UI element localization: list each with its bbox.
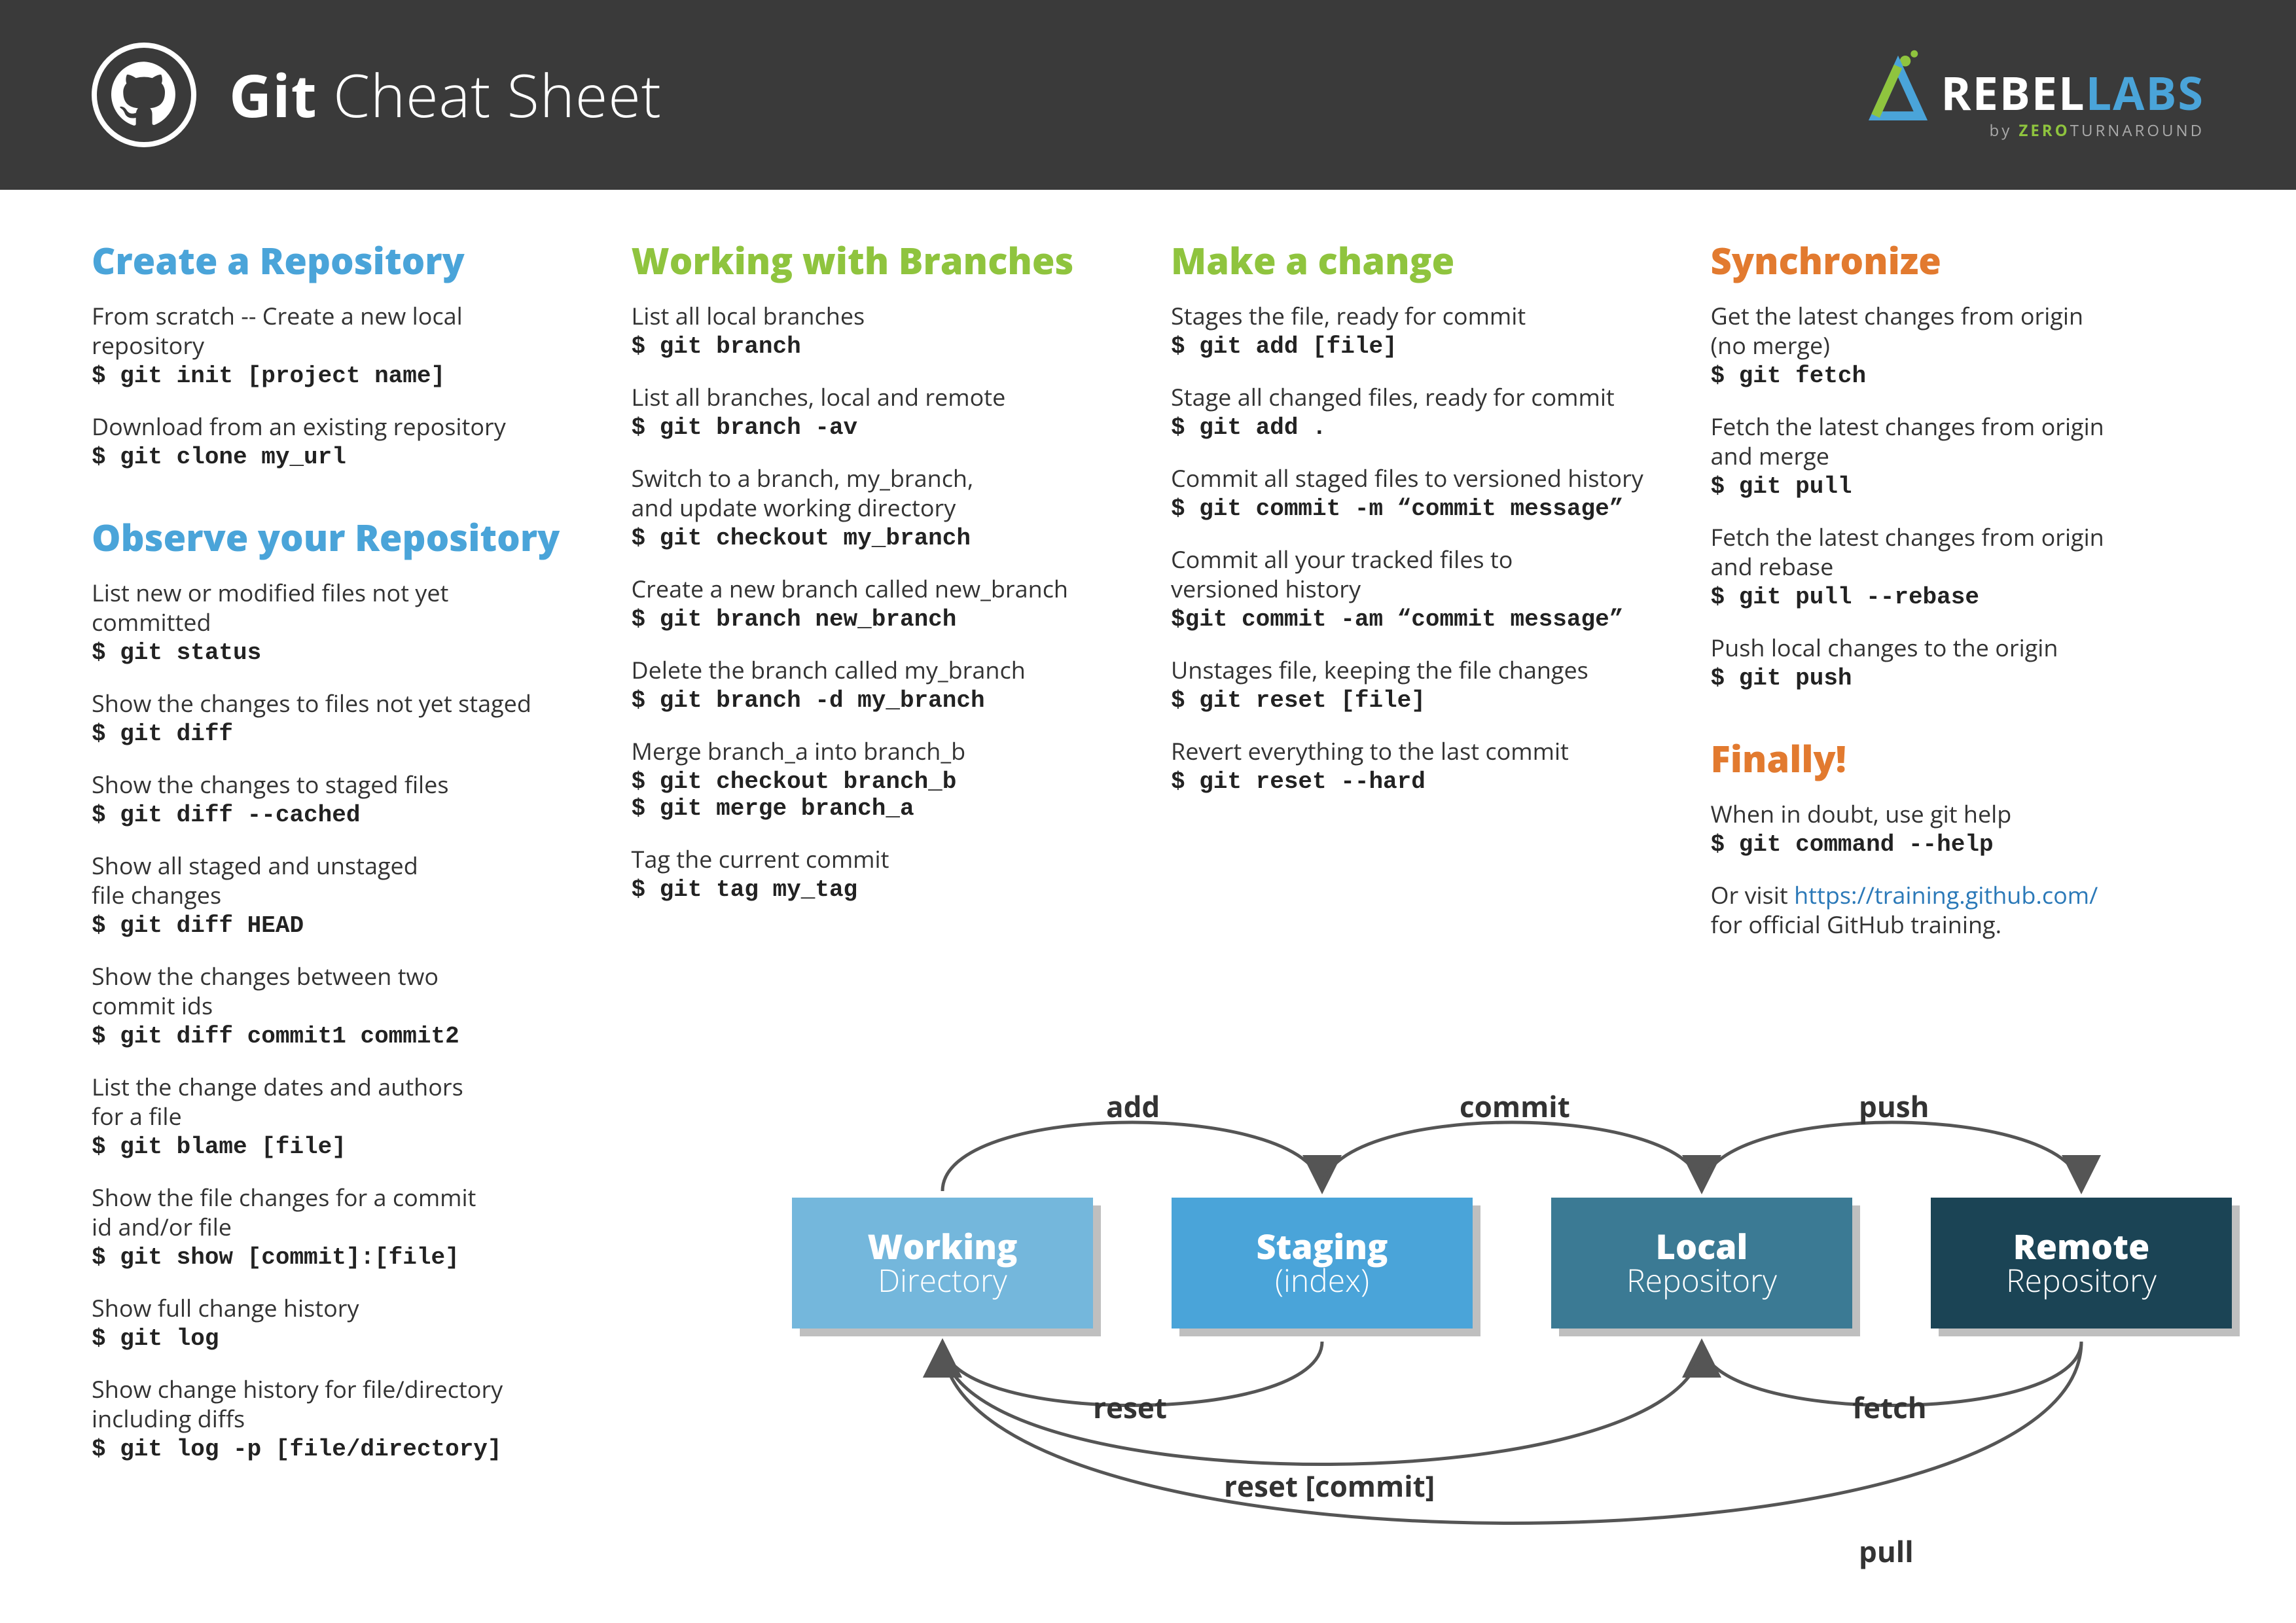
training-link[interactable]: https://training.github.com/ xyxy=(1794,879,2098,911)
desc: Show the file changes for a commit id an… xyxy=(92,1183,586,1241)
desc: Push local changes to the origin xyxy=(1711,633,2205,662)
git-flow-diagram: Working Directory Staging (index) Local … xyxy=(661,1060,2206,1597)
desc: Or visit https://training.github.com/ fo… xyxy=(1711,880,2205,939)
cmd: $ git log xyxy=(92,1325,586,1352)
box-local-repo: Local Repository xyxy=(1551,1198,1852,1329)
cmd: $ git tag my_tag xyxy=(632,876,1126,903)
desc: Fetch the latest changes from origin and… xyxy=(1711,412,2205,471)
heading-finally: Finally! xyxy=(1711,734,2205,783)
label-push: push xyxy=(1859,1086,1929,1126)
cmd: $ git command --help xyxy=(1711,831,2205,858)
byline: by ZEROTURNAROUND xyxy=(1990,120,2204,141)
title-bold: Git xyxy=(229,55,317,135)
label-reset: reset xyxy=(1093,1387,1167,1427)
heading-create-repo: Create a Repository xyxy=(92,236,586,285)
cmd: $ git add [file] xyxy=(1171,333,1665,360)
desc: Merge branch_a into branch_b xyxy=(632,736,1126,766)
cmd: $ git diff commit1 commit2 xyxy=(92,1023,586,1050)
cmd: $ git blame [file] xyxy=(92,1133,586,1160)
desc: Commit all your tracked files to version… xyxy=(1171,544,1665,603)
cmd: $ git pull --rebase xyxy=(1711,584,2205,611)
desc: Stages the file, ready for commit xyxy=(1171,301,1665,330)
desc: Commit all staged files to versioned his… xyxy=(1171,463,1665,493)
rebellabs-text: REBELLABS xyxy=(1941,61,2204,124)
header-bar: Git Cheat Sheet REBELLABS by ZEROTURNARO… xyxy=(0,0,2296,190)
desc: From scratch -- Create a new local repos… xyxy=(92,301,586,360)
label-fetch: fetch xyxy=(1852,1387,1927,1427)
desc: Stage all changed files, ready for commi… xyxy=(1171,382,1665,412)
desc: Unstages file, keeping the file changes xyxy=(1171,655,1665,685)
desc: Tag the current commit xyxy=(632,844,1126,874)
cmd: $ git branch -av xyxy=(632,414,1126,441)
desc: List all branches, local and remote xyxy=(632,382,1126,412)
cmd: $ git diff --cached xyxy=(92,802,586,829)
column-1: Create a Repository From scratch -- Crea… xyxy=(92,236,586,1485)
heading-observe-repo: Observe your Repository xyxy=(92,512,586,562)
cmd: $ git init [project name] xyxy=(92,363,586,389)
cmd: $ git reset --hard xyxy=(1171,768,1665,795)
cmd: $ git checkout branch_b $ git merge bran… xyxy=(632,768,1126,822)
desc: Get the latest changes from origin (no m… xyxy=(1711,301,2205,360)
cmd: $ git push xyxy=(1711,665,2205,692)
desc: List all local branches xyxy=(632,301,1126,330)
rebellabs-logo: REBELLABS by ZEROTURNAROUND xyxy=(1869,48,2204,141)
desc: Switch to a branch, my_branch, and updat… xyxy=(632,463,1126,522)
heading-branches: Working with Branches xyxy=(632,236,1126,285)
cmd: $ git diff HEAD xyxy=(92,912,586,939)
cmd: $ git add . xyxy=(1171,414,1665,441)
desc: When in doubt, use git help xyxy=(1711,799,2205,829)
heading-make-change: Make a change xyxy=(1171,236,1665,285)
rebellabs-glyph-icon xyxy=(1869,48,1928,124)
label-resetc: reset [commit] xyxy=(1224,1466,1435,1505)
desc: List new or modified files not yet commi… xyxy=(92,578,586,637)
cmd: $ git show [commit]:[file] xyxy=(92,1244,586,1271)
cmd: $git commit -am “commit message” xyxy=(1171,606,1665,633)
desc: List the change dates and authors for a … xyxy=(92,1072,586,1131)
desc: Revert everything to the last commit xyxy=(1171,736,1665,766)
cmd: $ git checkout my_branch xyxy=(632,525,1126,552)
cmd: $ git fetch xyxy=(1711,363,2205,389)
cmd: $ git commit -m “commit message” xyxy=(1171,495,1665,522)
cmd: $ git diff xyxy=(92,721,586,747)
cmd: $ git reset [file] xyxy=(1171,687,1665,714)
cmd: $ git branch new_branch xyxy=(632,606,1126,633)
label-commit: commit xyxy=(1460,1086,1570,1126)
heading-synchronize: Synchronize xyxy=(1711,236,2205,285)
box-staging-index: Staging (index) xyxy=(1172,1198,1473,1329)
desc: Delete the branch called my_branch xyxy=(632,655,1126,685)
page-title: Git Cheat Sheet xyxy=(229,55,662,135)
cmd: $ git pull xyxy=(1711,473,2205,500)
header-left: Git Cheat Sheet xyxy=(92,43,662,147)
cmd: $ git status xyxy=(92,639,586,666)
desc: Show change history for file/directory i… xyxy=(92,1374,586,1433)
label-add: add xyxy=(1106,1086,1160,1126)
desc: Fetch the latest changes from origin and… xyxy=(1711,522,2205,581)
desc: Show full change history xyxy=(92,1293,586,1323)
cmd: $ git clone my_url xyxy=(92,444,586,471)
title-light: Cheat Sheet xyxy=(317,55,662,135)
desc: Show the changes to staged files xyxy=(92,770,586,799)
cmd: $ git log -p [file/directory] xyxy=(92,1436,586,1463)
label-pull: pull xyxy=(1859,1531,1914,1571)
desc: Download from an existing repository xyxy=(92,412,586,441)
cmd: $ git branch -d my_branch xyxy=(632,687,1126,714)
desc: Create a new branch called new_branch xyxy=(632,574,1126,603)
cmd: $ git branch xyxy=(632,333,1126,360)
github-icon xyxy=(92,43,196,147)
box-remote-repo: Remote Repository xyxy=(1931,1198,2232,1329)
desc: Show the changes to files not yet staged xyxy=(92,688,586,718)
desc: Show the changes between two commit ids xyxy=(92,961,586,1020)
box-working-directory: Working Directory xyxy=(792,1198,1093,1329)
desc: Show all staged and unstaged file change… xyxy=(92,851,586,910)
